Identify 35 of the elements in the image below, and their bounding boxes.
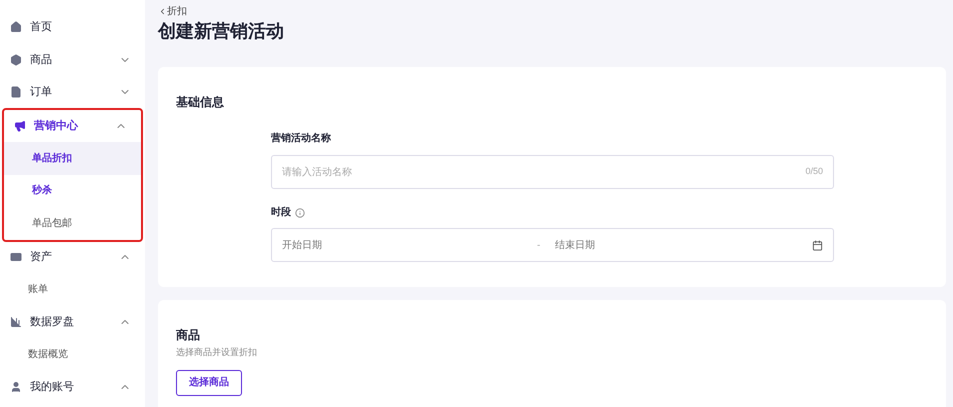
name-input[interactable]: 请输入活动名称 bbox=[282, 164, 806, 180]
section-heading: 基础信息 bbox=[176, 94, 225, 111]
nav-item[interactable]: 我的账号 bbox=[0, 370, 145, 403]
nav-item[interactable]: 数据罗盘 bbox=[0, 306, 145, 338]
range-separator: - bbox=[537, 238, 542, 252]
submenu-item[interactable]: 数据概览 bbox=[0, 338, 145, 370]
megaphone-icon bbox=[14, 120, 26, 132]
nav-item[interactable]: 商品 bbox=[0, 44, 145, 76]
document-icon bbox=[10, 86, 22, 98]
nav-item[interactable]: 营销中心 bbox=[4, 110, 141, 142]
field-label: 时段 bbox=[271, 206, 291, 220]
card-icon bbox=[10, 250, 22, 263]
section-heading: 商品 bbox=[176, 327, 201, 344]
nav-item[interactable]: 订单 bbox=[0, 76, 145, 108]
nav-item[interactable]: 首页 bbox=[0, 11, 145, 44]
submenu-item[interactable]: 单品包邮 bbox=[4, 207, 141, 240]
end-date-input[interactable]: 结束日期 bbox=[555, 238, 812, 252]
page-title: 创建新营销活动 bbox=[158, 20, 285, 43]
bar-chart-icon bbox=[10, 316, 22, 328]
select-products-button[interactable]: 选择商品 bbox=[176, 370, 242, 396]
nav-item[interactable]: 资产 bbox=[0, 240, 145, 273]
box-icon bbox=[10, 54, 22, 66]
calendar-icon bbox=[812, 240, 823, 250]
person-icon bbox=[10, 380, 22, 393]
field-label: 营销活动名称 bbox=[271, 132, 332, 146]
info-icon bbox=[295, 208, 305, 218]
back-link[interactable]: 折扣 bbox=[158, 4, 946, 19]
submenu-item[interactable]: 秒杀 bbox=[4, 174, 141, 207]
house-icon bbox=[10, 21, 22, 34]
character-counter: 0/50 bbox=[805, 165, 823, 178]
start-date-input[interactable]: 开始日期 bbox=[282, 238, 537, 252]
section-subtitle: 选择商品并设置折扣 bbox=[176, 346, 258, 359]
submenu-item[interactable]: 单品折扣 bbox=[4, 142, 141, 174]
back-icon bbox=[158, 7, 167, 16]
submenu-item[interactable]: 账单 bbox=[0, 273, 145, 306]
